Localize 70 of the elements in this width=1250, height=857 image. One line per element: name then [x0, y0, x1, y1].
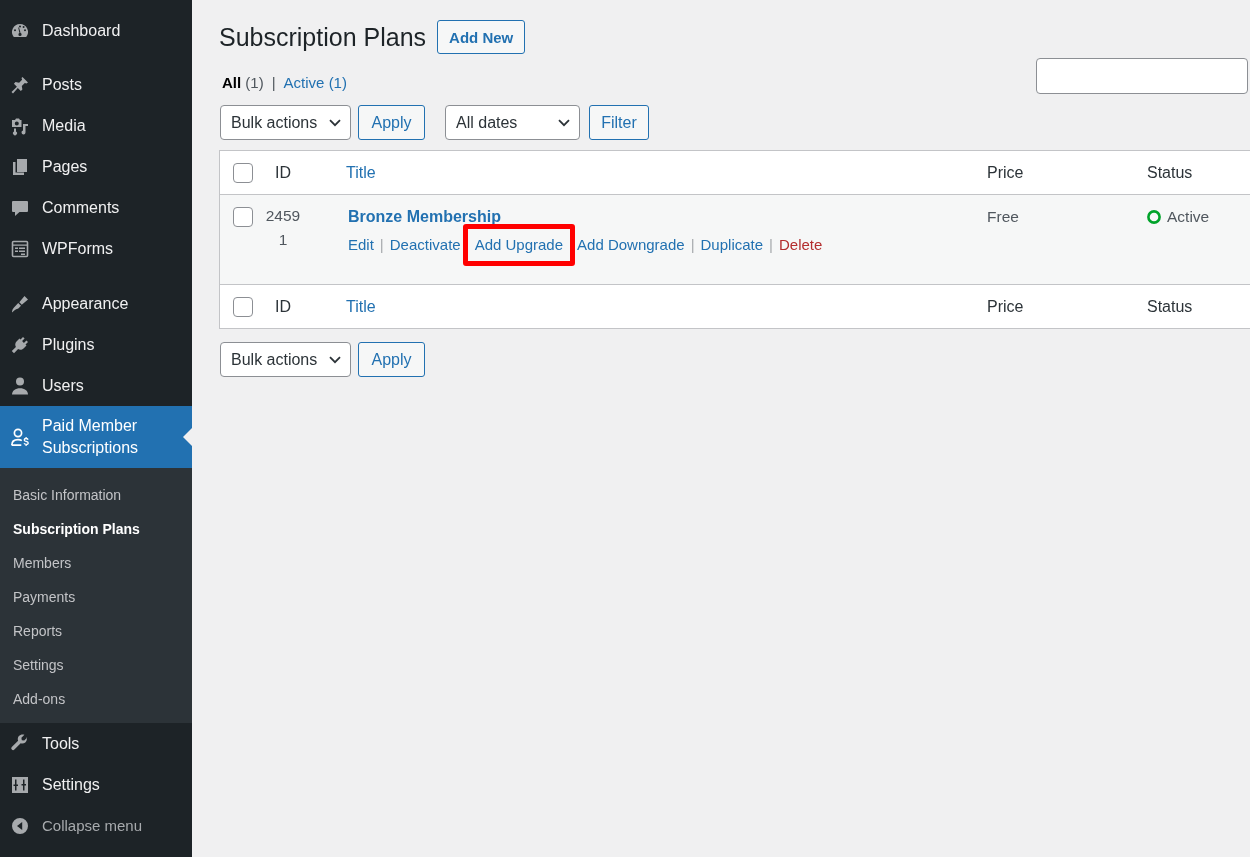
- collapse-menu-button[interactable]: Collapse menu: [0, 805, 192, 846]
- menu-item[interactable]: Comments: [0, 187, 192, 228]
- menu-item[interactable]: Paid Member Subscriptions: [0, 406, 192, 468]
- sortable-column-heading[interactable]: Title: [346, 163, 376, 181]
- row-action-link[interactable]: Add Upgrade: [462, 224, 576, 266]
- page-title: Subscription Plans: [219, 22, 427, 53]
- bulk-actions-select[interactable]: Bulk actions: [220, 342, 351, 377]
- filter-button[interactable]: Filter: [589, 105, 649, 140]
- column-heading: Price: [987, 297, 1024, 315]
- column-heading: Status: [1147, 163, 1193, 181]
- submenu-item[interactable]: Members: [0, 546, 192, 580]
- view-filter-link[interactable]: All (1): [222, 74, 264, 92]
- apply-button[interactable]: Apply: [358, 342, 425, 377]
- add-new-button[interactable]: Add New: [437, 20, 526, 54]
- action-separator: |: [379, 235, 384, 255]
- menu-item[interactable]: Posts: [0, 64, 192, 105]
- row-action-link[interactable]: Duplicate: [700, 234, 764, 256]
- sortable-column-heading[interactable]: Title: [346, 297, 376, 315]
- menu-item[interactable]: WPForms: [0, 228, 192, 269]
- row-action-link[interactable]: Add Downgrade: [577, 234, 685, 256]
- column-heading: Status: [1147, 297, 1193, 315]
- person-icon: [10, 375, 30, 396]
- status-ring-icon: [1147, 210, 1161, 224]
- search-field[interactable]: [1036, 58, 1248, 94]
- column-heading: ID: [275, 163, 291, 181]
- status-text: Active: [1167, 207, 1210, 227]
- price-text: Free: [987, 208, 1019, 225]
- submenu-item[interactable]: Reports: [0, 614, 192, 648]
- delete-link[interactable]: Delete: [779, 234, 823, 256]
- form-icon: [10, 238, 30, 259]
- checkbox[interactable]: [233, 296, 253, 317]
- submenu-item[interactable]: Basic Information: [0, 478, 192, 512]
- menu-item[interactable]: Users: [0, 365, 192, 406]
- menu-item[interactable]: Pages: [0, 146, 192, 187]
- paintbrush-icon: [10, 293, 30, 314]
- pushpin-icon: [10, 74, 30, 95]
- sliders-icon: [10, 774, 30, 795]
- circle-left-arrow-icon: [10, 815, 30, 836]
- submenu-item[interactable]: Payments: [0, 580, 192, 614]
- checkbox[interactable]: [233, 207, 253, 227]
- chevron-down-icon: [329, 118, 341, 127]
- checkbox[interactable]: [233, 162, 253, 183]
- chevron-down-icon: [329, 355, 341, 364]
- documents-icon: [10, 156, 30, 177]
- action-separator: |: [769, 235, 773, 255]
- date-filter-select[interactable]: All dates: [445, 105, 580, 140]
- column-heading: Price: [987, 163, 1024, 181]
- bulk-actions-select[interactable]: Bulk actions: [220, 105, 351, 140]
- plan-id: 24591: [264, 206, 302, 250]
- menu-item[interactable]: Appearance: [0, 283, 192, 324]
- person-dollar-icon: [10, 427, 30, 447]
- view-separator: |: [271, 74, 276, 92]
- menu-item[interactable]: Media: [0, 105, 192, 146]
- column-heading: ID: [275, 297, 291, 315]
- row-action-link[interactable]: Deactivate: [389, 234, 461, 256]
- chevron-down-icon: [558, 118, 570, 127]
- menu-item[interactable]: Dashboard: [0, 10, 192, 51]
- plan-title-link[interactable]: Bronze Membership: [348, 208, 501, 225]
- view-filter-link[interactable]: Active (1): [283, 74, 347, 92]
- submenu-item[interactable]: Settings: [0, 648, 192, 682]
- menu-item[interactable]: Tools: [0, 723, 192, 764]
- apply-button[interactable]: Apply: [358, 105, 425, 140]
- row-action-link[interactable]: Edit: [348, 234, 374, 256]
- menu-item[interactable]: Settings: [0, 764, 192, 805]
- submenu-item[interactable]: Add-ons: [0, 682, 192, 716]
- menu-pointer-icon: [183, 428, 192, 446]
- plug-icon: [10, 334, 30, 355]
- menu-item[interactable]: Plugins: [0, 324, 192, 365]
- submenu-item[interactable]: Subscription Plans: [0, 512, 192, 546]
- action-separator: |: [690, 235, 695, 255]
